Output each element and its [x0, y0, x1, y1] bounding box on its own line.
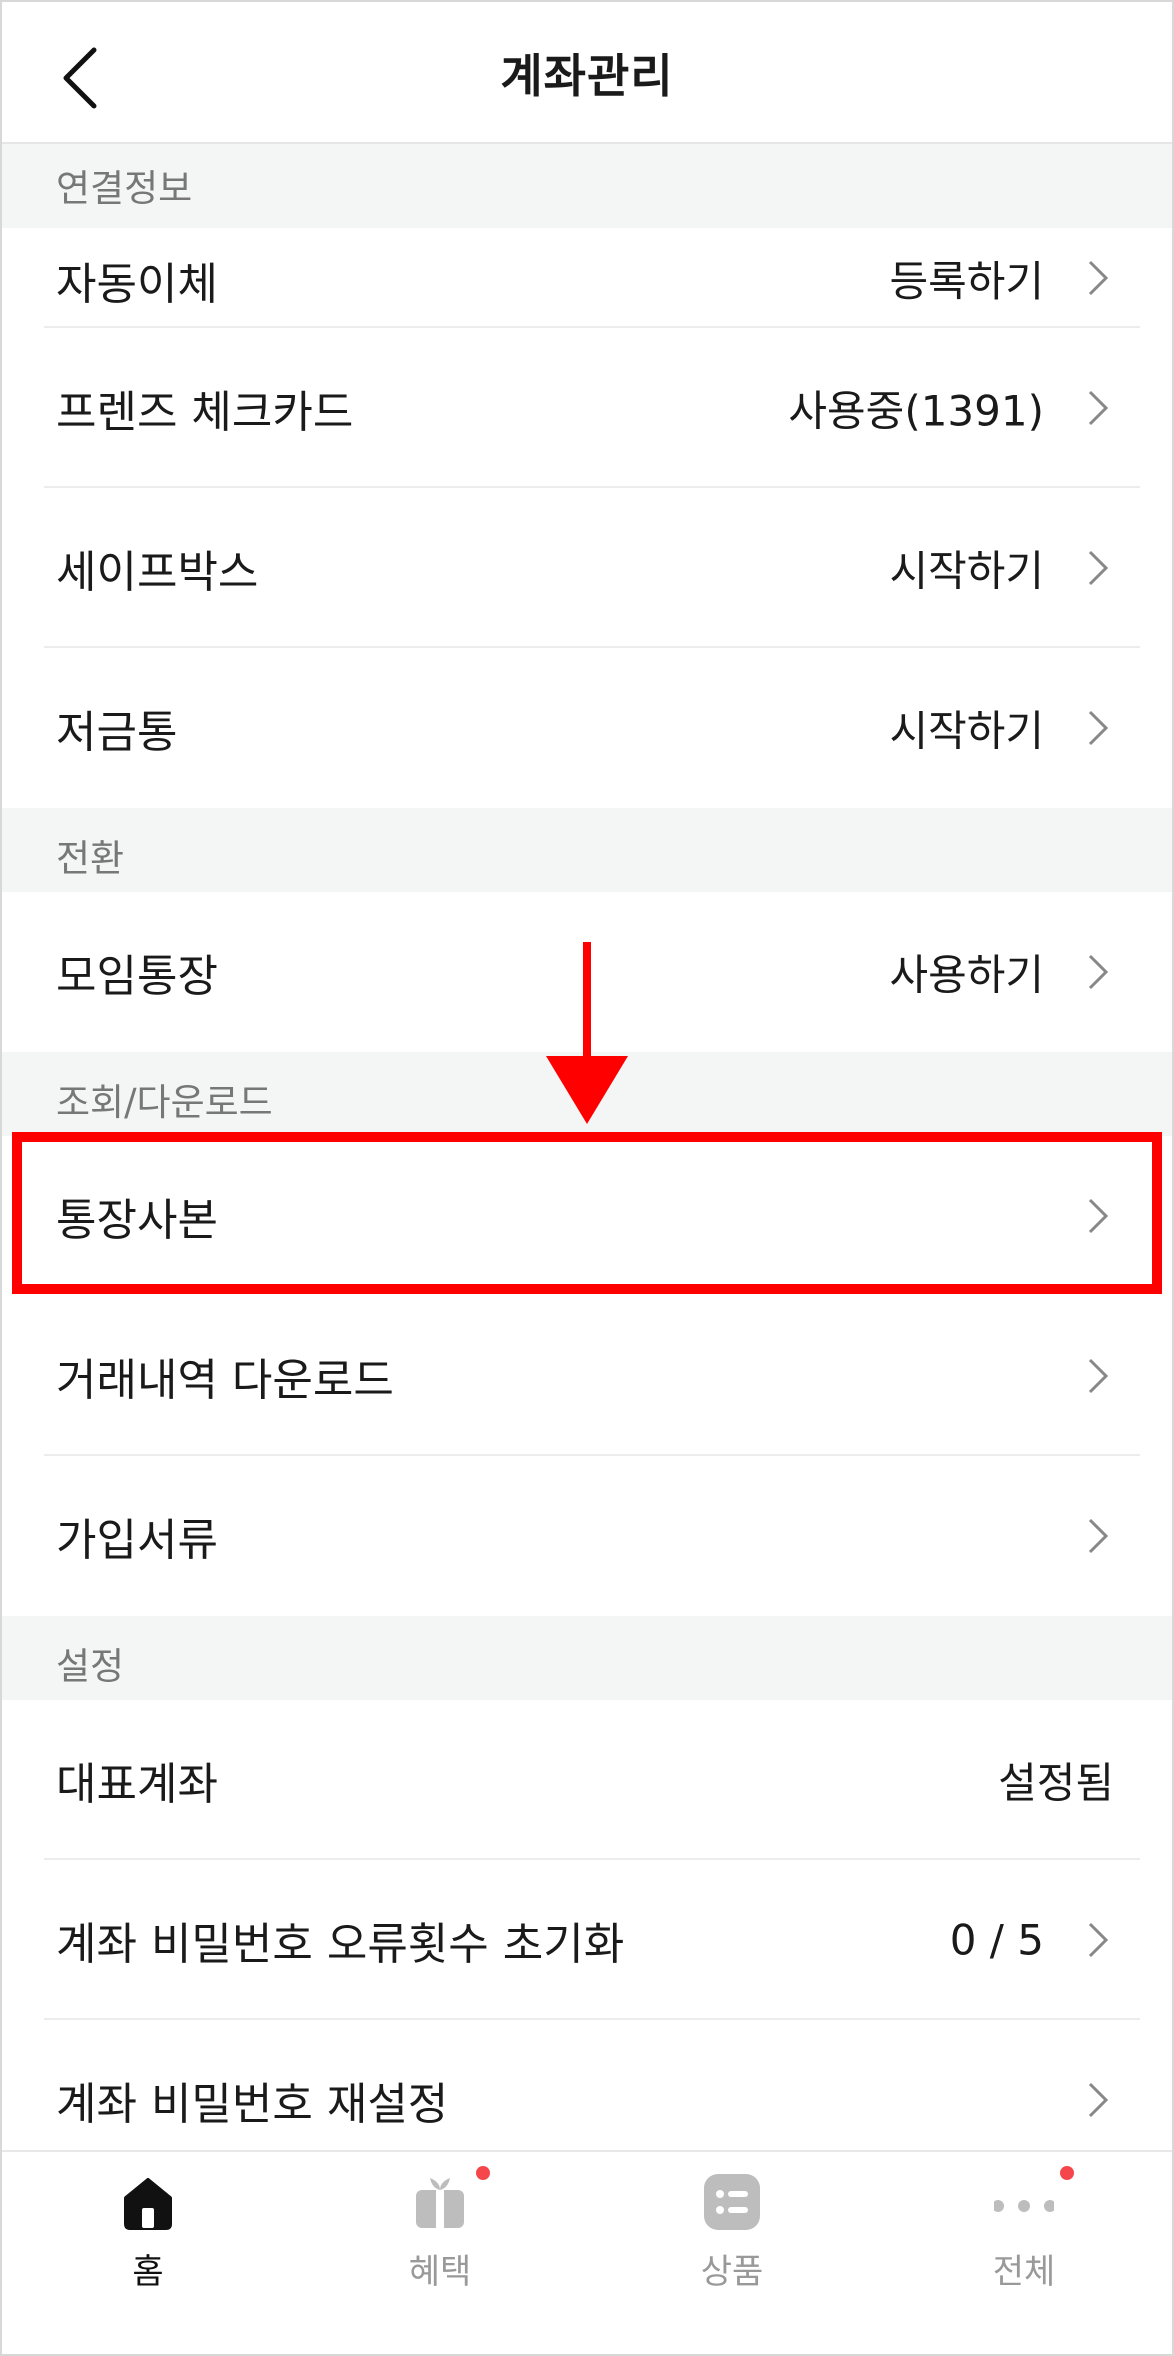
chevron-right-icon — [1088, 550, 1109, 586]
section-header-switch: 전환 — [0, 808, 1174, 892]
home-icon — [124, 2178, 172, 2230]
row-value: 설정됨 — [998, 1758, 1114, 1808]
row-label: 가입서류 — [56, 1515, 218, 1566]
chevron-right-icon — [1088, 954, 1109, 990]
row-safe-box[interactable]: 세이프박스 시작하기 — [0, 488, 1174, 648]
nav-products[interactable]: 상품 — [652, 2172, 812, 2302]
row-label: 모임통장 — [56, 951, 218, 1002]
chevron-right-icon — [1088, 1922, 1109, 1958]
chevron-right-icon — [1088, 1198, 1109, 1234]
row-check-card[interactable]: 프렌즈 체크카드 사용중(1391) — [0, 328, 1174, 488]
chevron-right-icon — [1088, 1358, 1109, 1394]
header: 계좌관리 — [0, 0, 1174, 144]
chevron-right-icon — [1088, 2082, 1109, 2118]
list-icon — [704, 2174, 760, 2230]
row-label: 저금통 — [56, 707, 178, 758]
row-value: 0 / 5 — [949, 1915, 1044, 1965]
row-label: 통장사본 — [56, 1195, 218, 1246]
nav-home[interactable]: 홈 — [68, 2172, 228, 2302]
row-label: 계좌 비밀번호 오류횟수 초기화 — [56, 1919, 625, 1970]
notification-dot — [1060, 2166, 1074, 2180]
nav-label: 혜택 — [408, 2252, 472, 2292]
row-signup-docs[interactable]: 가입서류 — [0, 1456, 1174, 1616]
more-dots-icon — [992, 2200, 1056, 2212]
row-group-account[interactable]: 모임통장 사용하기 — [0, 892, 1174, 1052]
chevron-right-icon — [1088, 390, 1109, 426]
row-label: 자동이체 — [56, 259, 218, 310]
gift-icon — [416, 2178, 464, 2228]
row-value: 시작하기 — [889, 706, 1044, 756]
section-header-settings: 설정 — [0, 1616, 1174, 1700]
nav-benefits[interactable]: 혜택 — [360, 2166, 520, 2302]
section-header-lookup: 조회/다운로드 — [0, 1052, 1174, 1136]
row-piggy-bank[interactable]: 저금통 시작하기 — [0, 648, 1174, 808]
row-pw-reset[interactable]: 계좌 비밀번호 재설정 — [0, 2020, 1174, 2150]
section-header-link-info: 연결정보 — [0, 144, 1174, 228]
row-pw-error-reset[interactable]: 계좌 비밀번호 오류횟수 초기화 0 / 5 — [0, 1860, 1174, 2020]
row-label: 거래내역 다운로드 — [56, 1355, 394, 1406]
page-title: 계좌관리 — [500, 49, 674, 103]
row-value: 사용중(1391) — [788, 386, 1044, 436]
chevron-right-icon — [1088, 1518, 1109, 1554]
row-value: 시작하기 — [889, 546, 1044, 596]
row-history-download[interactable]: 거래내역 다운로드 — [0, 1296, 1174, 1456]
row-label: 대표계좌 — [56, 1759, 218, 1810]
nav-label: 홈 — [132, 2252, 164, 2292]
chevron-right-icon — [1088, 260, 1109, 296]
row-main-account[interactable]: 대표계좌 설정됨 — [0, 1700, 1174, 1860]
row-value: 사용하기 — [889, 950, 1044, 1000]
nav-label: 상품 — [700, 2252, 764, 2292]
nav-label: 전체 — [992, 2252, 1056, 2292]
row-bankbook-copy[interactable]: 통장사본 — [0, 1136, 1174, 1296]
chevron-right-icon — [1088, 710, 1109, 746]
row-auto-transfer[interactable]: 자동이체 등록하기 — [0, 228, 1174, 328]
row-label: 계좌 비밀번호 재설정 — [56, 2079, 449, 2130]
row-label: 프렌즈 체크카드 — [56, 387, 354, 438]
nav-all[interactable]: 전체 — [944, 2166, 1104, 2302]
row-label: 세이프박스 — [56, 547, 259, 598]
bottom-nav: 홈 혜택 상품 전체 — [0, 2150, 1174, 2356]
row-value: 등록하기 — [889, 257, 1044, 306]
notification-dot — [476, 2166, 490, 2180]
